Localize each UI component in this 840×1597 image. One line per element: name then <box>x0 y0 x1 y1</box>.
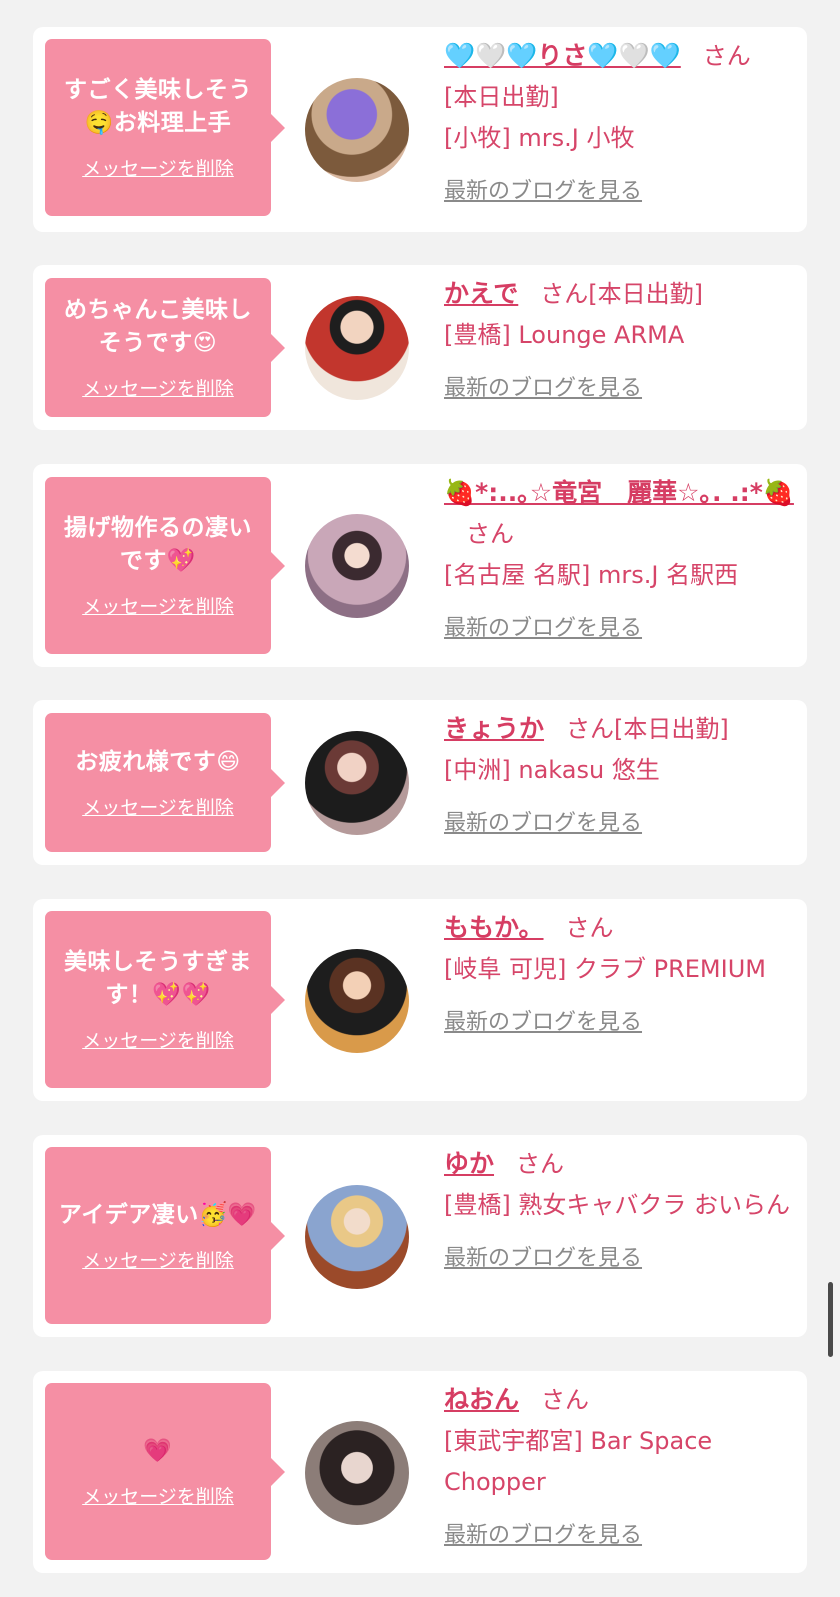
work-status: [本日出勤] <box>444 83 559 111</box>
message-bubble: 💗 メッセージを削除 <box>45 1383 285 1560</box>
san-label: さん <box>541 1386 590 1414</box>
message-card: お疲れ様です😄 メッセージを削除 きょうか さん[本日出勤] [中洲] nakas… <box>33 700 807 865</box>
delete-message-link[interactable]: メッセージを削除 <box>82 154 234 181</box>
avatar[interactable] <box>305 1421 409 1525</box>
message-text: 美味しそうすぎます！💖💖 <box>64 949 252 1008</box>
message-text: アイデア凄い🥳💗 <box>58 1201 258 1228</box>
avatar[interactable] <box>305 78 409 182</box>
sender-info: 🩵🤍🩵りさ🩵🤍🩵 さん [本日出勤] [小牧] mrs.J 小牧 最新のブログを見… <box>444 35 794 212</box>
sender-name-link[interactable]: かえで <box>444 279 518 308</box>
sender-info: ねおん さん [東武宇都宮] Bar Space Chopper 最新のブログを見… <box>444 1379 794 1556</box>
avatar[interactable] <box>305 296 409 400</box>
san-label: さん[本日出勤] <box>540 280 703 308</box>
delete-message-link[interactable]: メッセージを削除 <box>82 1246 234 1273</box>
delete-message-link[interactable]: メッセージを削除 <box>82 793 234 820</box>
sender-name-link[interactable]: ゆか <box>444 1149 494 1178</box>
shop-name: [東武宇都宮] Bar Space Chopper <box>444 1427 713 1496</box>
message-card: 美味しそうすぎます！💖💖 メッセージを削除 ももか。 さん [岐阜 可児] クラブ… <box>33 899 807 1101</box>
message-card: すごく美味しそう🤤お料理上手 メッセージを削除 🩵🤍🩵りさ🩵🤍🩵 さん [本日出勤… <box>33 27 807 232</box>
shop-name: [中洲] nakasu 悠生 <box>444 756 660 784</box>
san-label: さん[本日出勤] <box>566 715 729 743</box>
message-bubble: お疲れ様です😄 メッセージを削除 <box>45 713 285 852</box>
sender-name-link[interactable]: ももか。 <box>444 913 544 942</box>
avatar[interactable] <box>305 514 409 618</box>
sender-name-link[interactable]: きょうか <box>444 714 544 743</box>
delete-message-link[interactable]: メッセージを削除 <box>82 592 234 619</box>
message-bubble: めちゃんこ美味しそうです😍 メッセージを削除 <box>45 278 285 417</box>
message-card: めちゃんこ美味しそうです😍 メッセージを削除 かえで さん[本日出勤] [豊橋] … <box>33 265 807 430</box>
blog-link[interactable]: 最新のブログを見る <box>444 171 642 212</box>
message-text: 揚げ物作るの凄いです💖 <box>64 515 252 574</box>
sender-name-link[interactable]: 🩵🤍🩵りさ🩵🤍🩵 <box>444 41 681 70</box>
sender-info: かえで さん[本日出勤] [豊橋] Lounge ARMA 最新のブログを見る <box>444 273 794 409</box>
san-label: さん <box>565 914 614 942</box>
san-label: さん <box>516 1150 565 1178</box>
message-card: アイデア凄い🥳💗 メッセージを削除 ゆか さん [豊橋] 熟女キャバクラ おいらん… <box>33 1135 807 1337</box>
san-label: さん <box>702 42 751 70</box>
shop-name: [豊橋] 熟女キャバクラ おいらん <box>444 1191 790 1219</box>
delete-message-link[interactable]: メッセージを削除 <box>82 1026 234 1053</box>
message-bubble: すごく美味しそう🤤お料理上手 メッセージを削除 <box>45 39 285 216</box>
sender-info: 🍓*:..｡☆竜宮 麗華☆｡. .:*🍓 さん [名古屋 名駅] mrs.J 名駅… <box>444 472 794 649</box>
sender-info: ももか。 さん [岐阜 可児] クラブ PREMIUM 最新のブログを見る <box>444 907 794 1043</box>
message-list-page: すごく美味しそう🤤お料理上手 メッセージを削除 🩵🤍🩵りさ🩵🤍🩵 さん [本日出勤… <box>0 0 840 1597</box>
blog-link[interactable]: 最新のブログを見る <box>444 1238 642 1279</box>
message-card: 揚げ物作るの凄いです💖 メッセージを削除 🍓*:..｡☆竜宮 麗華☆｡. .:*… <box>33 464 807 667</box>
blog-link[interactable]: 最新のブログを見る <box>444 803 642 844</box>
blog-link[interactable]: 最新のブログを見る <box>444 608 642 649</box>
shop-name: [小牧] mrs.J 小牧 <box>444 124 635 152</box>
blog-link[interactable]: 最新のブログを見る <box>444 1515 642 1556</box>
blog-link[interactable]: 最新のブログを見る <box>444 1002 642 1043</box>
shop-name: [岐阜 可児] クラブ PREMIUM <box>444 955 766 983</box>
delete-message-link[interactable]: メッセージを削除 <box>82 1482 234 1509</box>
shop-name: [豊橋] Lounge ARMA <box>444 321 685 349</box>
message-text: めちゃんこ美味しそうです😍 <box>64 297 252 356</box>
avatar[interactable] <box>305 1185 409 1289</box>
avatar[interactable] <box>305 949 409 1053</box>
message-text: すごく美味しそう🤤お料理上手 <box>64 77 252 136</box>
avatar[interactable] <box>305 731 409 835</box>
message-bubble: 美味しそうすぎます！💖💖 メッセージを削除 <box>45 911 285 1088</box>
sender-name-link[interactable]: ねおん <box>444 1385 519 1414</box>
san-label: さん <box>466 520 514 548</box>
message-bubble: 揚げ物作るの凄いです💖 メッセージを削除 <box>45 477 285 654</box>
message-text: 💗 <box>143 1437 173 1464</box>
sender-info: ゆか さん [豊橋] 熟女キャバクラ おいらん 最新のブログを見る <box>444 1143 794 1279</box>
sender-info: きょうか さん[本日出勤] [中洲] nakasu 悠生 最新のブログを見る <box>444 708 794 844</box>
message-card: 💗 メッセージを削除 ねおん さん [東武宇都宮] Bar Space Chopp… <box>33 1371 807 1573</box>
delete-message-link[interactable]: メッセージを削除 <box>82 374 234 401</box>
scrollbar[interactable] <box>828 1282 833 1357</box>
blog-link[interactable]: 最新のブログを見る <box>444 368 642 409</box>
message-bubble: アイデア凄い🥳💗 メッセージを削除 <box>45 1147 285 1324</box>
sender-name-link[interactable]: 🍓*:..｡☆竜宮 麗華☆｡. .:*🍓 <box>444 478 794 507</box>
shop-name: [名古屋 名駅] mrs.J 名駅西 <box>444 561 739 589</box>
message-text: お疲れ様です😄 <box>75 748 241 775</box>
